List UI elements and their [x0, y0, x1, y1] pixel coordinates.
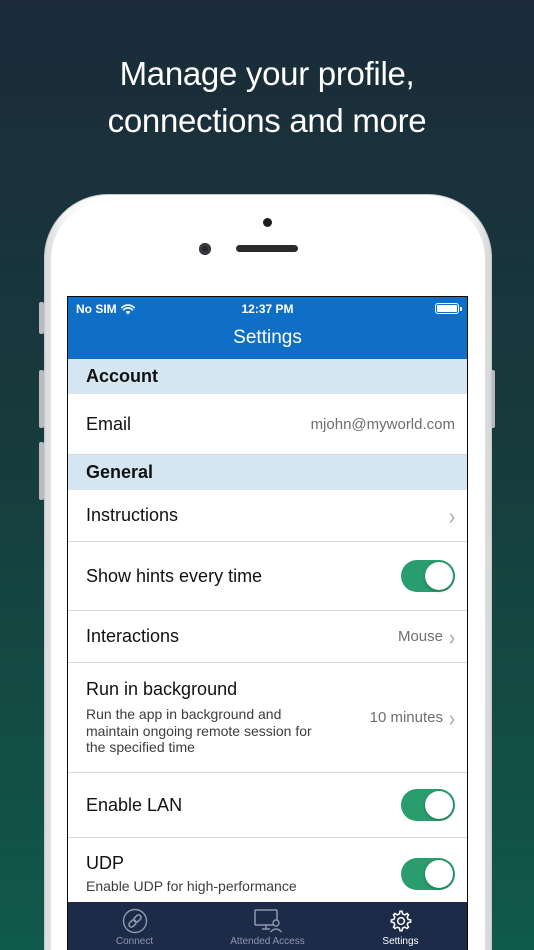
- chevron-right-icon: ›: [449, 502, 455, 529]
- tab-attended-access-label: Attended Access: [230, 936, 305, 947]
- navigation-bar: No SIM 12:37 PM Settings: [68, 297, 467, 359]
- interactions-value: Mouse: [397, 628, 443, 645]
- instructions-label: Instructions: [86, 505, 179, 525]
- run-in-background-description: Run the app in background and maintain o…: [86, 706, 312, 756]
- proximity-sensor: [263, 218, 272, 227]
- show-hints-toggle[interactable]: [401, 560, 455, 592]
- enable-lan-toggle[interactable]: [401, 789, 455, 821]
- udp-description: Enable UDP for high-performance: [86, 878, 297, 895]
- tab-settings[interactable]: Settings: [334, 902, 467, 950]
- link-icon: [122, 908, 147, 934]
- enable-lan-row: Enable LAN: [68, 773, 467, 838]
- promo-headline-line1: Manage your profile,: [119, 55, 415, 92]
- status-bar: No SIM 12:37 PM: [68, 302, 467, 318]
- instructions-row[interactable]: Instructions ›: [68, 490, 467, 542]
- settings-list: Account Email mjohn@myworld.com General …: [68, 359, 467, 910]
- tab-bar: Connect Attended Access Settings: [68, 902, 467, 950]
- tab-settings-label: Settings: [382, 936, 419, 947]
- gear-icon: [390, 910, 411, 932]
- run-in-background-label: Run in background: [86, 679, 238, 700]
- chevron-right-icon: ›: [449, 704, 455, 731]
- udp-row: UDP Enable UDP for high-performance: [68, 838, 467, 910]
- udp-label: UDP: [86, 853, 125, 874]
- show-hints-row: Show hints every time: [68, 542, 467, 611]
- email-row[interactable]: Email mjohn@myworld.com: [68, 394, 467, 455]
- email-label: Email: [86, 413, 132, 434]
- show-hints-label: Show hints every time: [86, 565, 263, 586]
- run-in-background-value: 10 minutes: [369, 709, 443, 726]
- tab-attended-access[interactable]: Attended Access: [201, 902, 334, 950]
- udp-toggle[interactable]: [401, 858, 455, 890]
- section-header-general: General: [68, 455, 467, 490]
- phone-screen: No SIM 12:37 PM Settings Account Email m…: [67, 296, 468, 950]
- chevron-right-icon: ›: [449, 623, 455, 650]
- tab-connect[interactable]: Connect: [68, 902, 201, 950]
- promo-headline: Manage your profile, connections and mor…: [0, 50, 534, 144]
- interactions-label: Interactions: [86, 626, 180, 646]
- run-in-background-row[interactable]: Run in background Run the app in backgro…: [68, 663, 467, 773]
- section-header-account: Account: [68, 359, 467, 394]
- tab-connect-label: Connect: [115, 936, 154, 947]
- battery-icon: [435, 303, 462, 314]
- interactions-row[interactable]: Interactions Mouse ›: [68, 611, 467, 663]
- page-title: Settings: [233, 327, 302, 348]
- enable-lan-label: Enable LAN: [86, 794, 183, 815]
- email-value: mjohn@myworld.com: [310, 415, 455, 433]
- status-time: 12:37 PM: [241, 302, 294, 316]
- front-camera: [199, 243, 211, 255]
- earpiece-speaker: [236, 245, 298, 252]
- promo-headline-line2: connections and more: [107, 102, 427, 139]
- monitor-person-icon: [253, 909, 282, 933]
